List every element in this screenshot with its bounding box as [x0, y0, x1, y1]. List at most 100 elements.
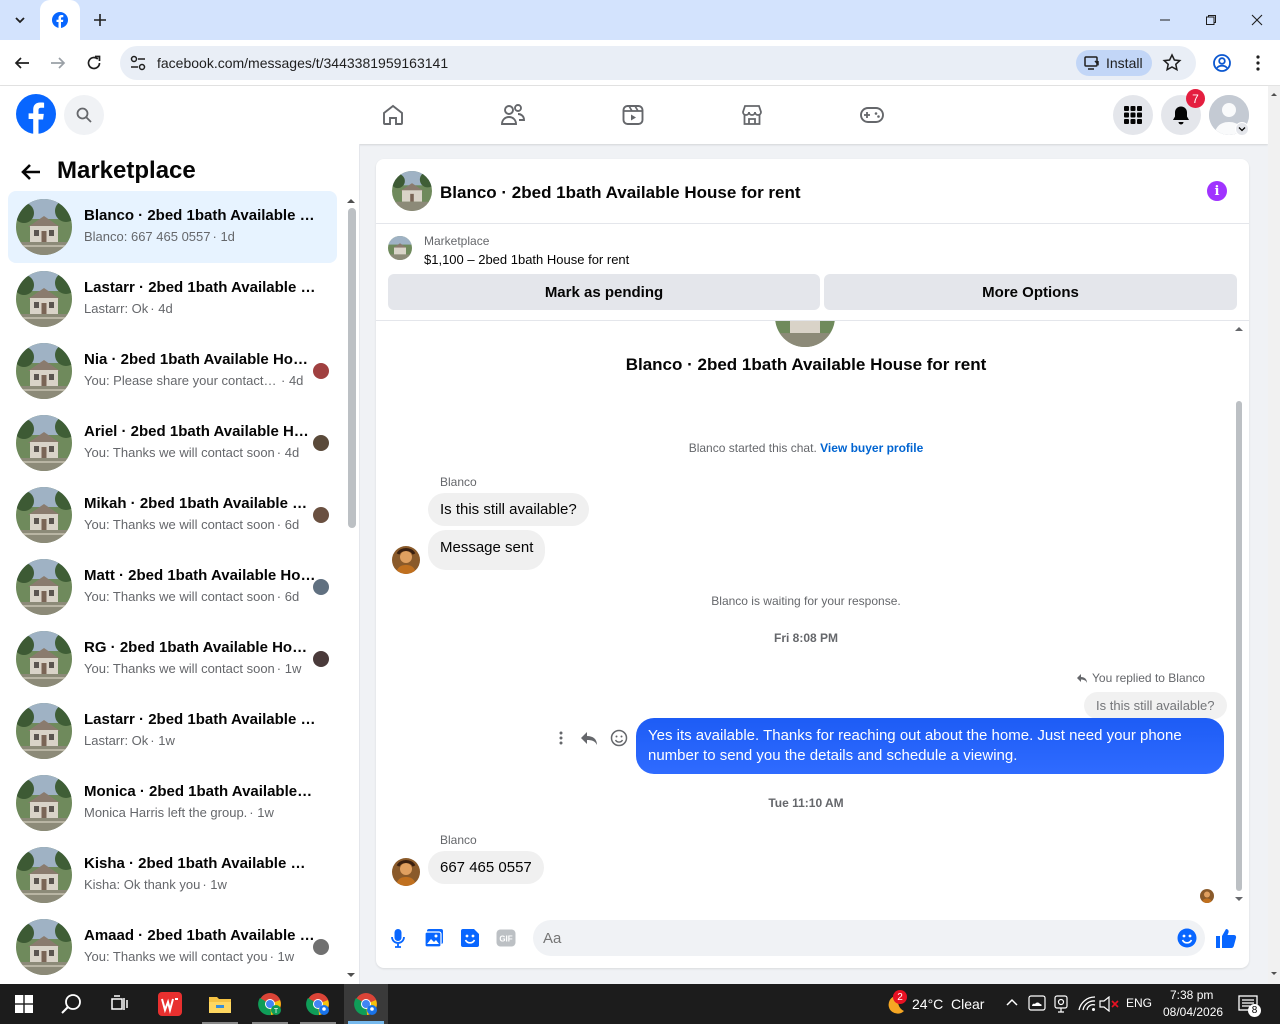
mark-as-pending-button[interactable]: Mark as pending: [388, 274, 820, 310]
clock-date[interactable]: 08/04/2026: [1163, 1005, 1223, 1019]
thread-scroll-down-icon[interactable]: [1234, 895, 1244, 903]
facebook-logo-icon[interactable]: [16, 94, 56, 134]
outgoing-message[interactable]: Yes its available. Thanks for reaching o…: [636, 718, 1224, 774]
sticker-icon[interactable]: [458, 926, 482, 950]
svg-text:T: T: [274, 1008, 279, 1015]
quoted-message[interactable]: Is this still available?: [1084, 692, 1227, 719]
marketplace-icon[interactable]: [736, 99, 768, 131]
install-app-button[interactable]: Install: [1076, 50, 1152, 76]
view-buyer-profile-link[interactable]: View buyer profile: [820, 441, 923, 455]
chrome-profile-2-icon[interactable]: [296, 984, 340, 1024]
weather-temp[interactable]: 24°C: [912, 996, 943, 1012]
restore-icon[interactable]: [1188, 0, 1234, 40]
task-view-icon[interactable]: [98, 984, 142, 1024]
chrome-profile-t-icon[interactable]: T: [248, 984, 292, 1024]
browser-menu-icon[interactable]: [1246, 51, 1270, 75]
browser-tab-facebook[interactable]: [40, 0, 80, 40]
meet-now-icon[interactable]: [1053, 995, 1069, 1013]
conversation-item[interactable]: Matt · 2bed 1bath Available House for re…: [8, 551, 337, 623]
conversation-item[interactable]: Blanco · 2bed 1bath Available House for …: [8, 191, 337, 263]
conversation-thumbnail: [16, 343, 72, 399]
conversation-item[interactable]: Lastarr · 2bed 1bath Available House for…: [8, 695, 337, 767]
thumbs-up-icon[interactable]: [1214, 926, 1238, 950]
conversation-preview-text: Lastarr: Ok: [84, 301, 149, 316]
incoming-message[interactable]: Is this still available?: [428, 493, 589, 526]
home-icon[interactable]: [377, 99, 409, 131]
omnibox[interactable]: facebook.com/messages/t/3443381959163141…: [120, 46, 1196, 80]
url-text[interactable]: facebook.com/messages/t/3443381959163141: [157, 55, 448, 71]
sidebar-scroll-thumb[interactable]: [348, 208, 356, 528]
friends-icon[interactable]: [497, 99, 529, 131]
incoming-message[interactable]: 667 465 0557: [428, 851, 544, 884]
profile-icon[interactable]: [1210, 51, 1234, 75]
conversation-item[interactable]: Kisha · 2bed 1bath Available House for r…: [8, 839, 337, 911]
menu-grid-icon[interactable]: [1113, 95, 1153, 135]
reply-icon: [1077, 674, 1087, 683]
chrome-active-icon[interactable]: [344, 984, 388, 1024]
conversation-preview: You: Thanks we will contact soon · 6d: [84, 589, 299, 604]
incoming-message[interactable]: Message sent: [428, 530, 546, 570]
thread-scroll-thumb[interactable]: [1236, 401, 1242, 891]
blanco-avatar[interactable]: [392, 546, 420, 574]
tab-search-dropdown-icon[interactable]: [8, 8, 32, 32]
windows-start-icon[interactable]: [2, 984, 46, 1024]
conversation-item[interactable]: Amaad · 2bed 1bath Available House for r…: [8, 911, 337, 983]
reply-icon[interactable]: [580, 730, 598, 746]
close-window-icon[interactable]: [1234, 0, 1280, 40]
conversation-item[interactable]: Ariel · 2bed 1bath Available House for r…: [8, 407, 337, 479]
conversation-item[interactable]: RG · 2bed 1bath Available House for rent…: [8, 623, 337, 695]
sender-name: Blanco: [440, 833, 477, 847]
language-indicator[interactable]: ENG: [1126, 996, 1152, 1010]
volume-muted-icon[interactable]: [1099, 996, 1119, 1012]
microphone-icon[interactable]: [386, 926, 410, 950]
emoji-icon[interactable]: [1175, 926, 1199, 950]
timestamp: Tue 11:10 AM: [768, 796, 844, 810]
taskbar-search-icon[interactable]: [50, 984, 94, 1024]
browser-tab-bar: [0, 0, 1280, 40]
thread-scroll-up-icon[interactable]: [1234, 325, 1244, 333]
more-options-button[interactable]: More Options: [824, 274, 1237, 310]
wifi-icon[interactable]: [1078, 996, 1096, 1012]
conversation-item[interactable]: Monica · 2bed 1bath Available House for …: [8, 767, 337, 839]
photo-gallery-icon[interactable]: [422, 926, 446, 950]
account-chevron-down-icon[interactable]: [1235, 122, 1249, 136]
conversation-thumbnail: [16, 775, 72, 831]
site-settings-icon[interactable]: [129, 54, 147, 72]
page-scrollbar[interactable]: [1268, 86, 1280, 984]
more-actions-icon[interactable]: [554, 730, 568, 746]
conversation-item[interactable]: Lastarr · 2bed 1bath Available House for…: [8, 263, 337, 335]
conversation-item[interactable]: Mikah · 2bed 1bath Available House for r…: [8, 479, 337, 551]
minimize-icon[interactable]: [1142, 0, 1188, 40]
conversation-name: Lastarr · 2bed 1bath Available House for…: [84, 711, 316, 728]
react-emoji-icon[interactable]: [610, 729, 628, 747]
gaming-icon[interactable]: [856, 99, 888, 131]
wps-office-icon[interactable]: [148, 984, 192, 1024]
gif-icon[interactable]: GIF: [494, 926, 518, 950]
chat-listing-thumbnail[interactable]: [392, 171, 432, 211]
weather-desc[interactable]: Clear: [951, 996, 984, 1012]
facebook-search-icon[interactable]: [64, 95, 104, 135]
forward-icon[interactable]: [44, 49, 72, 77]
tray-chevron-up-icon[interactable]: [1005, 997, 1019, 1007]
timestamp: Fri 8:08 PM: [773, 631, 839, 645]
clock-time[interactable]: 7:38 pm: [1170, 988, 1213, 1002]
info-icon[interactable]: i: [1207, 181, 1227, 201]
conversation-item[interactable]: Nia · 2bed 1bath Available House for ren…: [8, 335, 337, 407]
onedrive-icon[interactable]: [1028, 995, 1046, 1011]
video-icon[interactable]: [617, 99, 649, 131]
conversation-time: · 4d: [281, 373, 304, 388]
listing-thumbnail[interactable]: [388, 236, 412, 260]
blanco-avatar[interactable]: [392, 858, 420, 886]
back-arrow-icon[interactable]: [20, 161, 42, 183]
back-icon[interactable]: [8, 49, 36, 77]
chat-title[interactable]: Blanco · 2bed 1bath Available House for …: [440, 183, 801, 203]
chat-panel: Blanco · 2bed 1bath Available House for …: [376, 159, 1249, 968]
bookmark-star-icon[interactable]: [1162, 53, 1182, 73]
message-input[interactable]: [533, 920, 1205, 956]
weather-badge: 2: [893, 990, 907, 1004]
reload-icon[interactable]: [80, 49, 108, 77]
new-tab-icon[interactable]: [88, 8, 112, 32]
conversation-thumbnail: [16, 631, 72, 687]
listing-price-title[interactable]: $1,100 – 2bed 1bath House for rent: [424, 252, 629, 267]
file-explorer-icon[interactable]: [198, 984, 242, 1024]
